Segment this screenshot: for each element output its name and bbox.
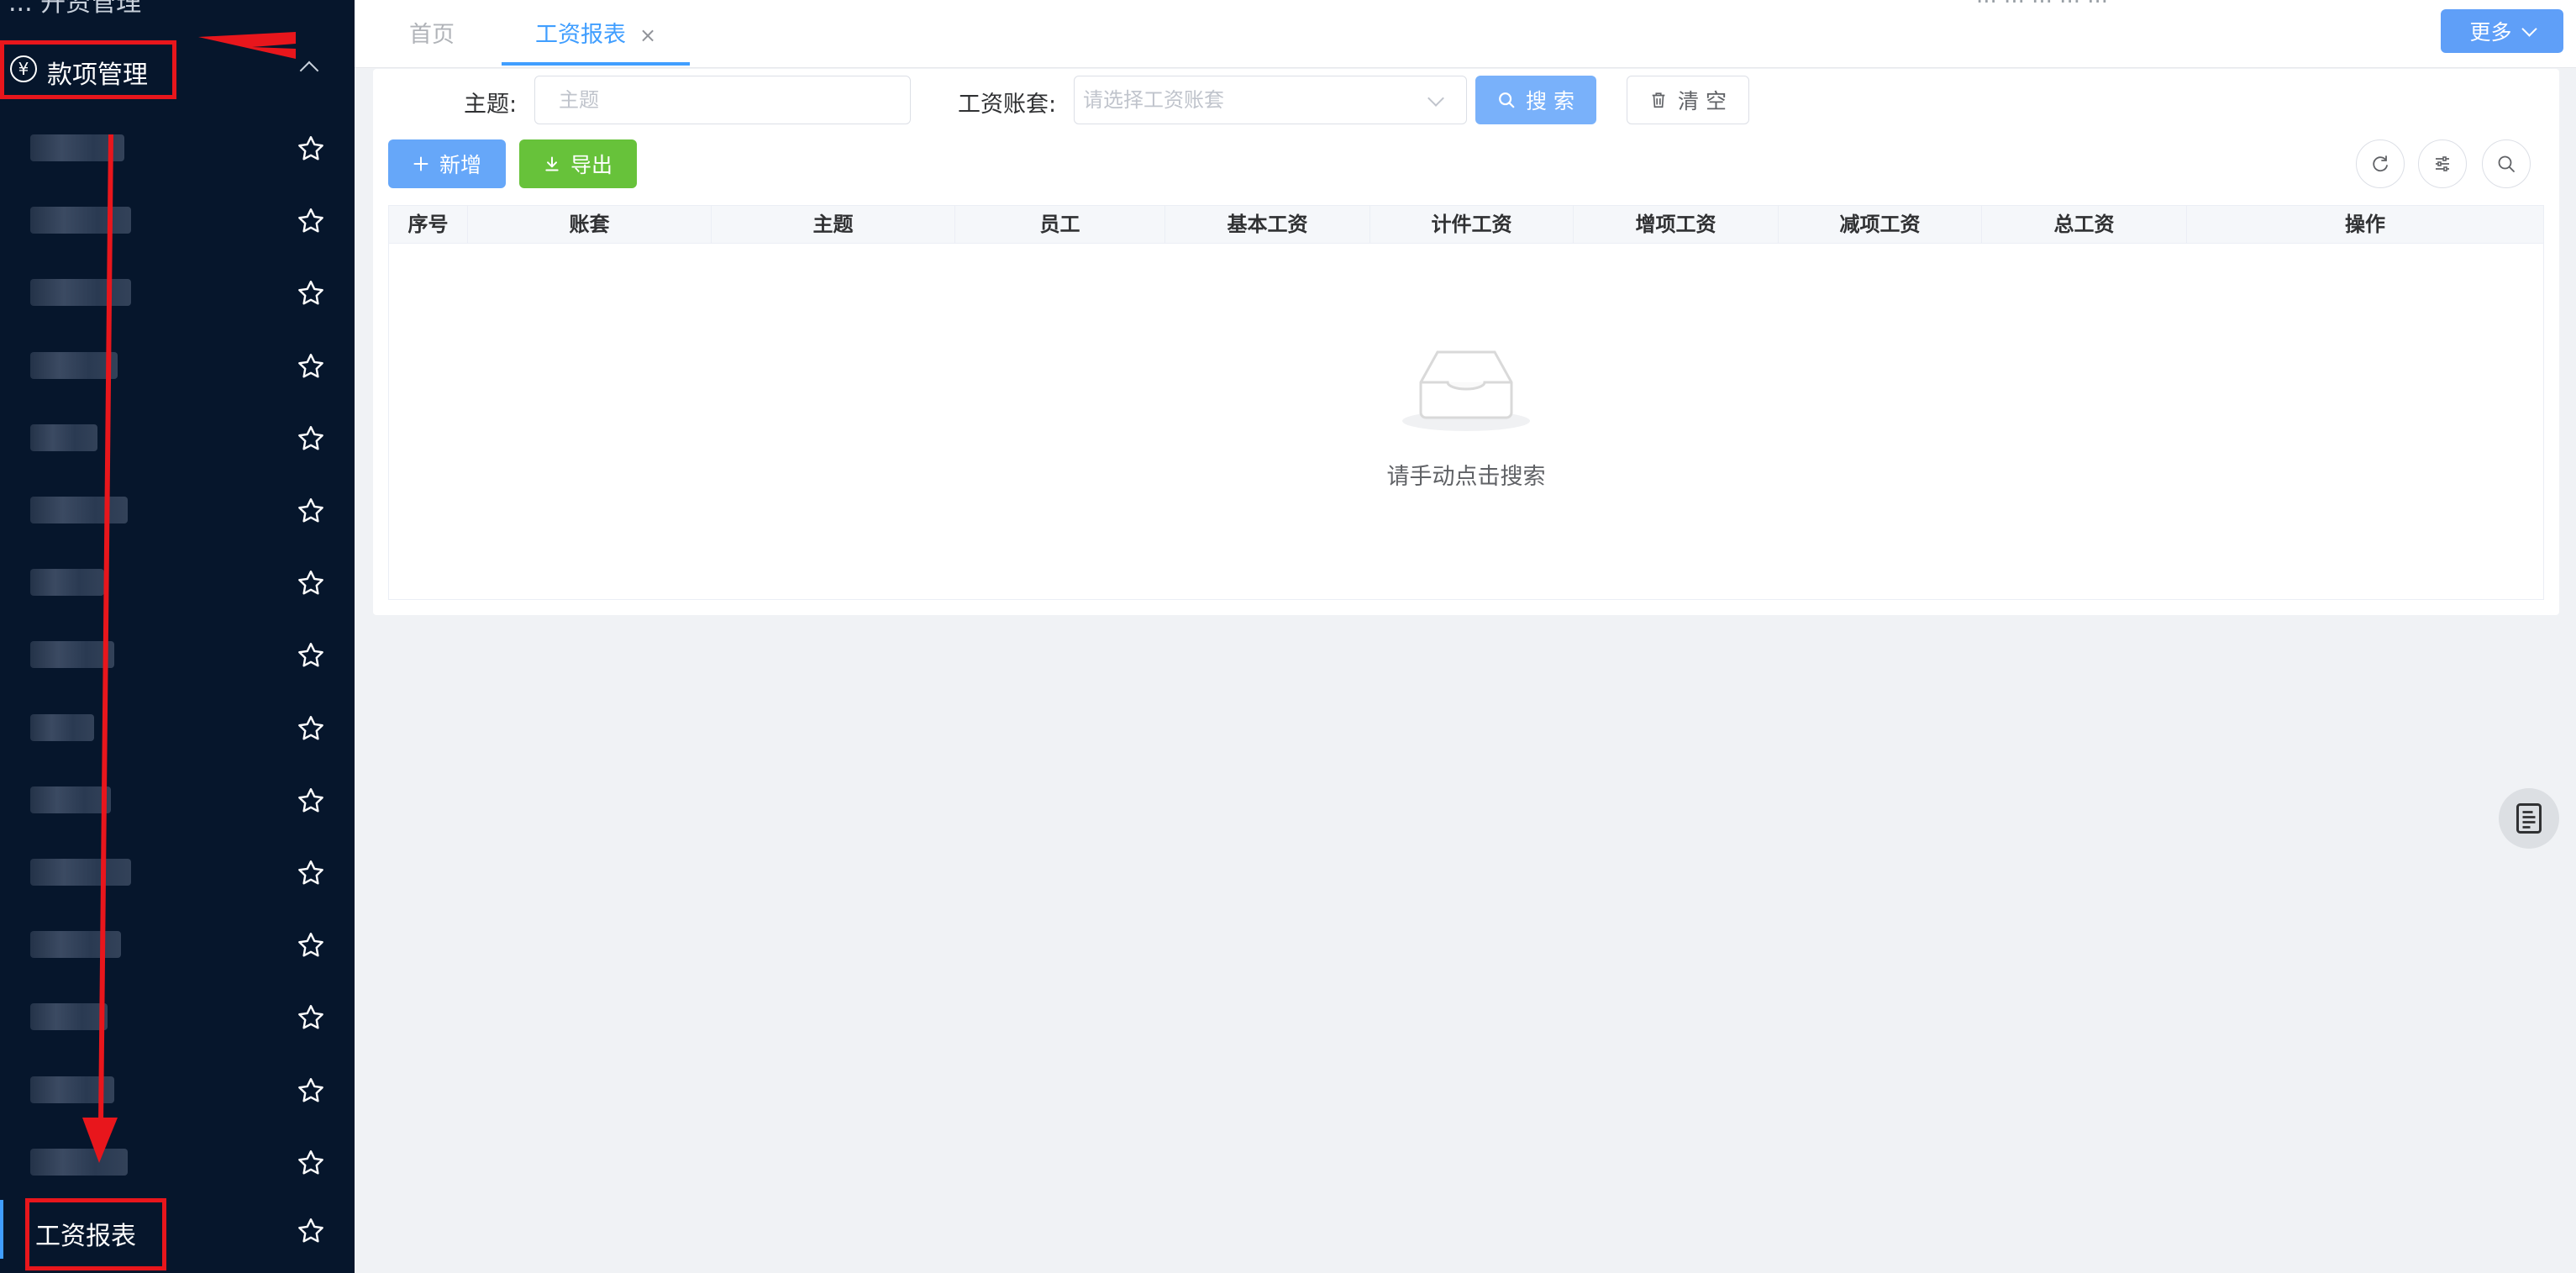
subject-input[interactable] [534, 76, 911, 124]
column-header: 序号 [389, 206, 468, 243]
chevron-down-icon [2521, 20, 2537, 37]
subject-label: 主题: [464, 92, 518, 118]
column-header: 增项工资 [1574, 206, 1779, 243]
top-clipped-text: ... ... ... ... ... [1976, 0, 2108, 8]
tab-home[interactable]: 首页 [376, 0, 488, 66]
arrow-down-line [98, 134, 113, 1125]
column-header: 账套 [468, 206, 712, 243]
tabs-bar: ... ... ... ... ... 首页 工资报表 × 更多 [355, 0, 2576, 68]
sliders-icon [2436, 156, 2449, 171]
more-button[interactable]: 更多 [2441, 9, 2563, 53]
tab-label: 工资报表 [535, 22, 626, 48]
tab-salary-report[interactable]: 工资报表 × [502, 0, 691, 66]
salary-table: 序号 账套 主题 员工 基本工资 计件工资 增项工资 减项工资 总工资 操作 请… [388, 205, 2544, 600]
search-button-label: 搜 索 [1526, 89, 1575, 113]
floating-doc-button[interactable] [2499, 788, 2559, 849]
export-button-label: 导出 [570, 153, 612, 177]
arrow-down-head [82, 1118, 118, 1163]
plus-icon [413, 156, 428, 171]
refresh-button[interactable] [2356, 139, 2405, 188]
search-button[interactable]: 搜 索 [1475, 76, 1596, 124]
more-button-label: 更多 [2469, 20, 2512, 45]
account-select[interactable] [1074, 76, 1467, 124]
toggle-search-button[interactable] [2482, 139, 2531, 188]
content-card: 主题: 工资账套: 搜 索 清 空 新增 导出 [373, 69, 2559, 615]
column-settings-button[interactable] [2418, 139, 2467, 188]
clear-button-label: 清 空 [1678, 89, 1727, 113]
add-button[interactable]: 新增 [388, 139, 506, 188]
search-icon [2498, 155, 2515, 172]
arrow-left-head [198, 32, 296, 59]
export-button[interactable]: 导出 [519, 139, 637, 188]
column-header: 减项工资 [1779, 206, 1982, 243]
account-label: 工资账套: [958, 92, 1057, 118]
trash-icon [1652, 92, 1665, 108]
column-header: 员工 [955, 206, 1165, 243]
table-header: 序号 账套 主题 员工 基本工资 计件工资 增项工资 减项工资 总工资 操作 [389, 206, 2543, 244]
column-header: 计件工资 [1370, 206, 1574, 243]
column-header: 操作 [2345, 213, 2385, 236]
column-header: 主题 [712, 206, 955, 243]
download-icon [545, 156, 559, 171]
refresh-icon [2373, 155, 2388, 172]
annotation-arrows [82, 32, 296, 1163]
add-button-label: 新增 [439, 153, 481, 177]
clear-button[interactable]: 清 空 [1627, 76, 1749, 124]
column-header: 基本工资 [1165, 206, 1370, 243]
empty-inbox-icon [1402, 350, 1530, 431]
column-header: 总工资 [1982, 206, 2187, 243]
tab-label: 首页 [409, 22, 455, 48]
close-icon[interactable]: × [639, 24, 656, 47]
empty-text: 请手动点击搜索 [1386, 464, 1546, 490]
document-icon [2516, 803, 2542, 834]
search-icon [1499, 92, 1515, 108]
empty-state: 请手动点击搜索 [389, 340, 2543, 491]
